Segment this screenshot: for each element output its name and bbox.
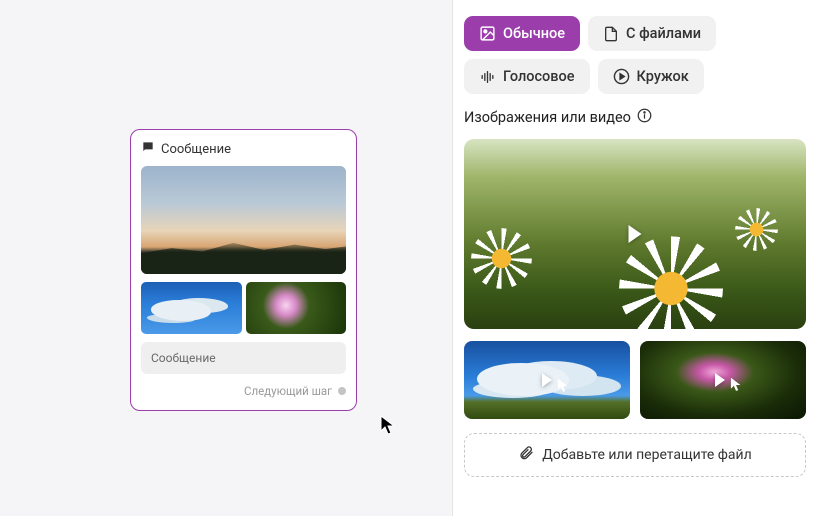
image-icon — [479, 25, 496, 42]
step-indicator-dot — [338, 387, 346, 395]
play-icon — [542, 373, 552, 387]
message-type-tabs: Обычное С файлами Голосовое Кружок — [464, 16, 806, 94]
play-icon — [629, 225, 642, 243]
paperclip-icon — [518, 445, 534, 465]
tab-with-files[interactable]: С файлами — [588, 16, 716, 51]
preview-header: Сообщение — [141, 140, 346, 158]
preview-thumb-1 — [141, 282, 242, 334]
flower-decoration — [485, 242, 519, 276]
chat-icon — [141, 140, 155, 158]
media-item-thumb-2[interactable] — [640, 341, 806, 419]
flower-decoration — [642, 260, 700, 318]
message-preview-card[interactable]: Сообщение Сообщение Следующий шаг — [130, 129, 357, 411]
media-section-label: Изображения или видео — [464, 108, 806, 127]
cursor-icon — [380, 415, 396, 435]
tab-normal-label: Обычное — [503, 25, 565, 42]
canvas-panel: Сообщение Сообщение Следующий шаг — [0, 0, 452, 516]
cursor-overlay-icon — [557, 378, 569, 394]
dropzone-label: Добавьте или перетащите файл — [542, 447, 751, 463]
play-icon — [715, 373, 725, 387]
tab-normal[interactable]: Обычное — [464, 16, 580, 51]
audio-wave-icon — [479, 69, 496, 85]
preview-title: Сообщение — [161, 142, 231, 157]
info-icon[interactable] — [637, 108, 652, 127]
tab-voice-label: Голосовое — [503, 68, 575, 85]
preview-message-input: Сообщение — [141, 342, 346, 374]
tab-voice[interactable]: Голосовое — [464, 59, 590, 94]
media-item-main[interactable] — [464, 139, 806, 329]
panel-divider — [452, 0, 453, 516]
play-circle-icon — [613, 68, 630, 85]
next-step-label: Следующий шаг — [244, 384, 332, 398]
preview-media-large — [141, 166, 346, 274]
flower-decoration — [744, 218, 768, 242]
file-icon — [603, 26, 619, 42]
media-item-thumb-1[interactable] — [464, 341, 630, 419]
cursor-overlay-icon — [730, 377, 742, 393]
settings-panel: Обычное С файлами Голосовое Кружок Изобр… — [452, 0, 826, 516]
file-dropzone[interactable]: Добавьте или перетащите файл — [464, 433, 806, 477]
preview-thumb-2 — [246, 282, 347, 334]
media-section-text: Изображения или видео — [464, 109, 631, 126]
tab-with-files-label: С файлами — [626, 25, 701, 42]
preview-footer: Следующий шаг — [141, 382, 346, 400]
media-thumbnails-row — [464, 341, 806, 419]
tab-circle-label: Кружок — [637, 68, 689, 85]
preview-media-row — [141, 282, 346, 334]
tab-circle[interactable]: Кружок — [598, 59, 704, 94]
